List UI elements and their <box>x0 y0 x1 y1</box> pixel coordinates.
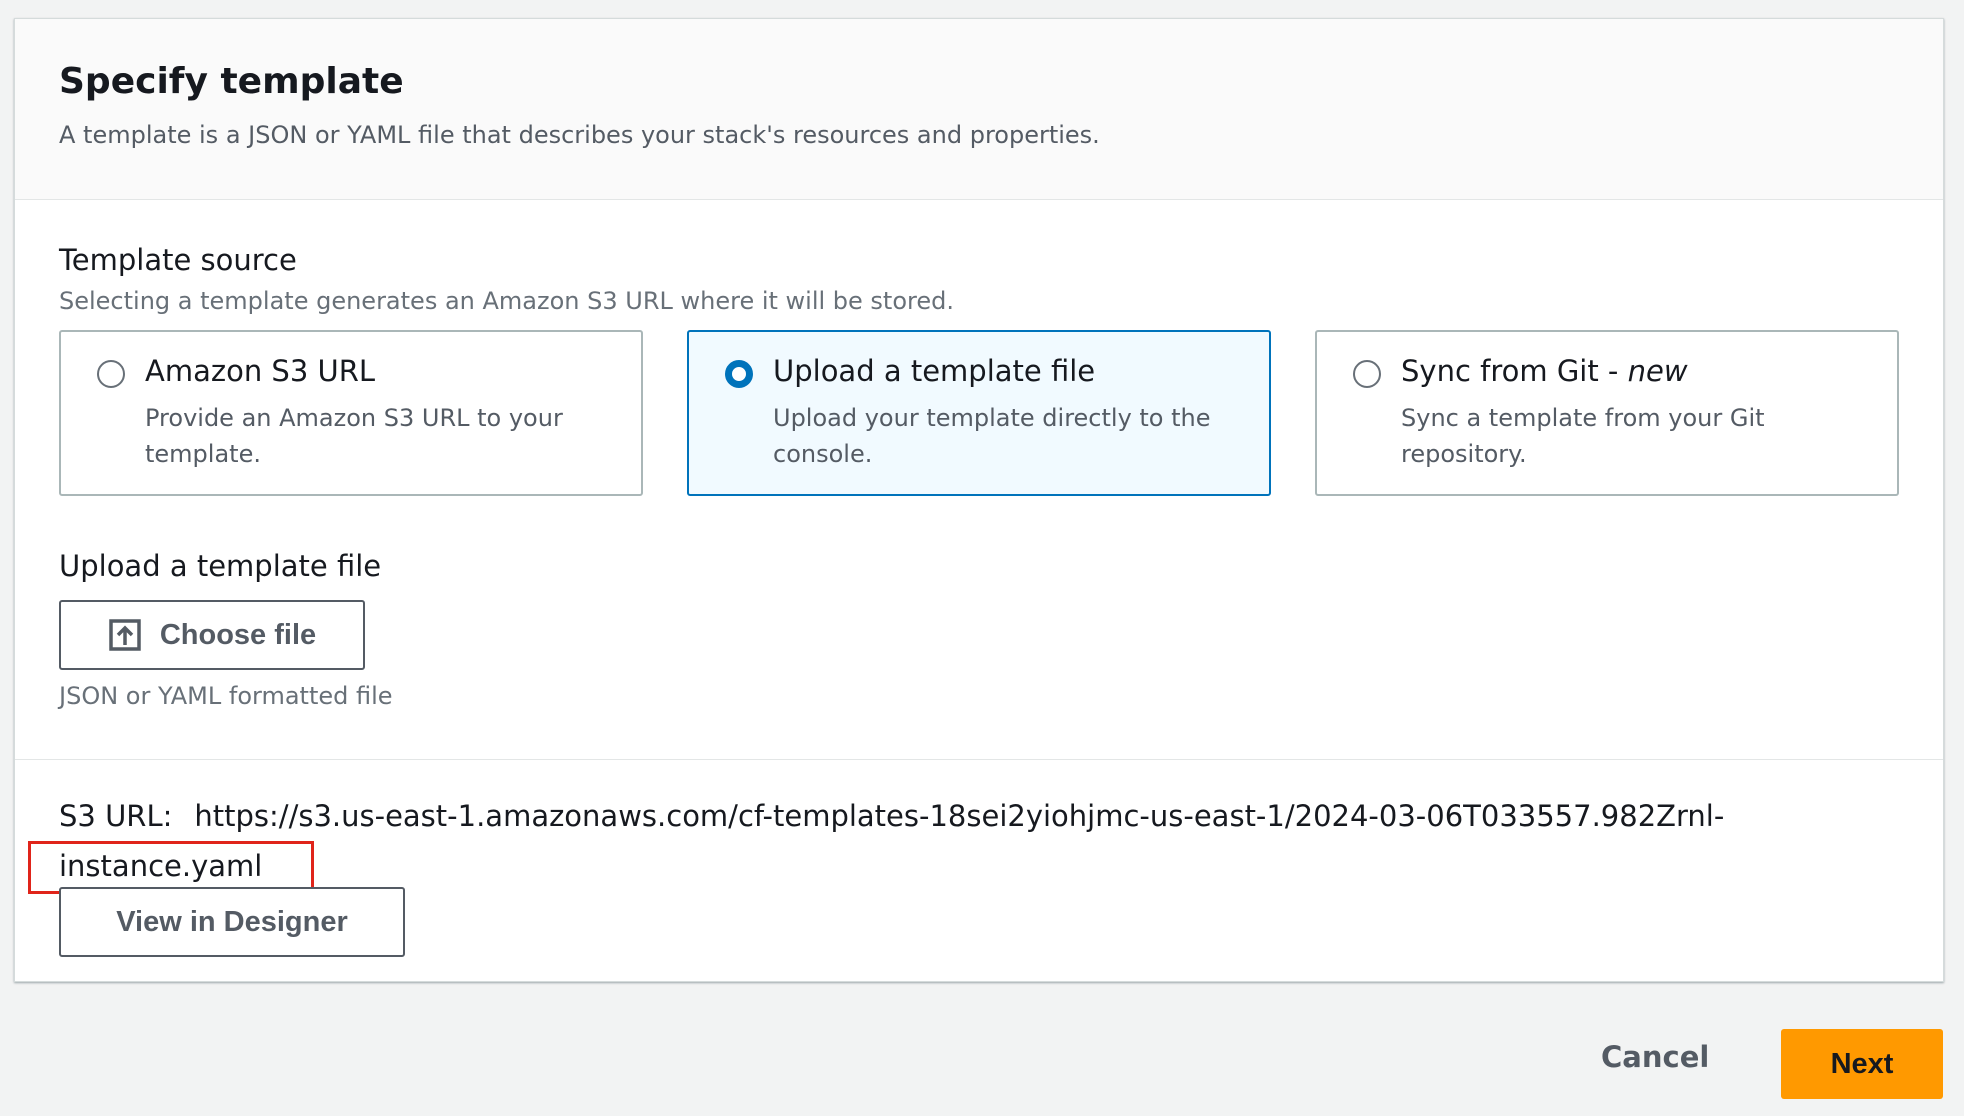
template-source-description: Selecting a template generates an Amazon… <box>59 287 954 315</box>
upload-template-file-label: Upload a template file <box>59 549 382 583</box>
radio-upload-template-file[interactable] <box>725 360 753 388</box>
panel-header: Specify template A template is a JSON or… <box>15 19 1943 200</box>
tile-title: Amazon S3 URL <box>145 354 376 388</box>
page-title: Specify template <box>59 61 404 102</box>
tile-amazon-s3-url[interactable]: Amazon S3 URL Provide an Amazon S3 URL t… <box>59 330 643 496</box>
cancel-button[interactable]: Cancel <box>1601 1040 1709 1074</box>
tile-sync-from-git[interactable]: Sync from Git - new Sync a template from… <box>1315 330 1899 496</box>
s3-url: S3 URL: https://s3.us-east-1.amazonaws.co… <box>59 791 1759 891</box>
file-format-hint: JSON or YAML formatted file <box>59 682 393 710</box>
tile-title: Upload a template file <box>773 354 1096 388</box>
tile-description: Sync a template from your Git repository… <box>1401 404 1765 468</box>
view-in-designer-button[interactable]: View in Designer <box>59 887 405 957</box>
divider <box>15 759 1943 760</box>
upload-icon <box>109 619 141 651</box>
s3-url-label: S3 URL: <box>59 799 173 833</box>
new-badge: new <box>1627 354 1688 388</box>
page-description: A template is a JSON or YAML file that d… <box>59 121 1100 149</box>
radio-sync-from-git[interactable] <box>1353 360 1381 388</box>
specify-template-panel: Specify template A template is a JSON or… <box>14 18 1944 982</box>
tile-title: Sync from Git - new <box>1401 354 1688 388</box>
radio-amazon-s3-url[interactable] <box>97 360 125 388</box>
tile-title-text: Sync from Git - <box>1401 354 1628 388</box>
choose-file-button[interactable]: Choose file <box>59 600 365 670</box>
template-source-label: Template source <box>59 243 297 277</box>
tile-description: Upload your template directly to the con… <box>773 404 1211 468</box>
tile-description: Provide an Amazon S3 URL to your templat… <box>145 404 563 468</box>
tile-upload-template-file[interactable]: Upload a template file Upload your templ… <box>687 330 1271 496</box>
choose-file-label: Choose file <box>159 618 317 651</box>
next-button[interactable]: Next <box>1781 1029 1943 1099</box>
